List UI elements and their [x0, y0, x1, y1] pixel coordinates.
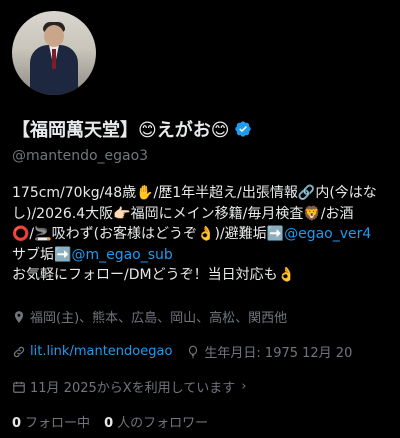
avatar[interactable]	[9, 8, 99, 98]
display-name: 【福岡萬天堂】😊えがお😊	[12, 120, 230, 141]
follow-stats: 0 フォロー中 0 人のフォロワー	[12, 412, 222, 431]
bio-line: し)/2026.4大阪👉🏻福岡にメイン移籍/毎月検査🦁/お酒	[12, 205, 354, 222]
calendar-icon	[13, 381, 25, 393]
website-link[interactable]: lit.link/mantendoegao	[30, 344, 172, 359]
link-icon	[13, 346, 25, 357]
balloon-icon	[189, 345, 198, 358]
website-birthday-row: lit.link/mantendoegao 生年月日: 1975 12月 20	[12, 342, 352, 361]
bio-mention-link[interactable]: @egao_ver4	[284, 226, 371, 242]
joined-row[interactable]: 11月 2025からXを利用しています ›	[12, 377, 246, 396]
verified-badge-icon[interactable]	[234, 120, 252, 138]
bio-mention-link[interactable]: @m_egao_sub	[71, 247, 172, 263]
bio-line: サブ垢➡️	[12, 246, 72, 263]
location-text: 福岡(主)、熊本、広島、岡山、高松、関西他	[30, 311, 288, 326]
bio-line: お気軽にフォロー/DMどうぞ！当日対応も👌	[12, 267, 296, 283]
followers-count: 0	[104, 416, 114, 431]
followers-link[interactable]: 0 人のフォロワー	[104, 412, 208, 431]
profile-name-row: 【福岡萬天堂】😊えがお😊	[12, 116, 252, 142]
location-row: 福岡(主)、熊本、広島、岡山、高松、関西他	[12, 307, 287, 326]
bio: 175cm/70kg/48歳✋/歴1年半超え/出張情報🔗内(今はな し)/2026…	[12, 183, 392, 286]
location-pin-icon	[14, 310, 24, 323]
joined-text: 11月 2025からXを利用しています	[30, 381, 236, 396]
handle: @mantendo_egao3	[12, 148, 149, 164]
following-link[interactable]: 0 フォロー中	[12, 412, 90, 431]
avatar-photo	[12, 11, 96, 95]
bio-line: 175cm/70kg/48歳✋/歴1年半超え/出張情報🔗内(今はな	[12, 185, 377, 201]
following-count: 0	[12, 416, 22, 431]
followers-label: 人のフォロワー	[117, 416, 209, 431]
bio-line: ⭕/🚬吸わず(お客様はどうぞ👌)/避難垢➡️	[12, 226, 285, 242]
chevron-right-icon: ›	[241, 379, 247, 394]
following-label: フォロー中	[25, 416, 91, 431]
birthday-text: 生年月日: 1975 12月 20	[204, 346, 353, 361]
